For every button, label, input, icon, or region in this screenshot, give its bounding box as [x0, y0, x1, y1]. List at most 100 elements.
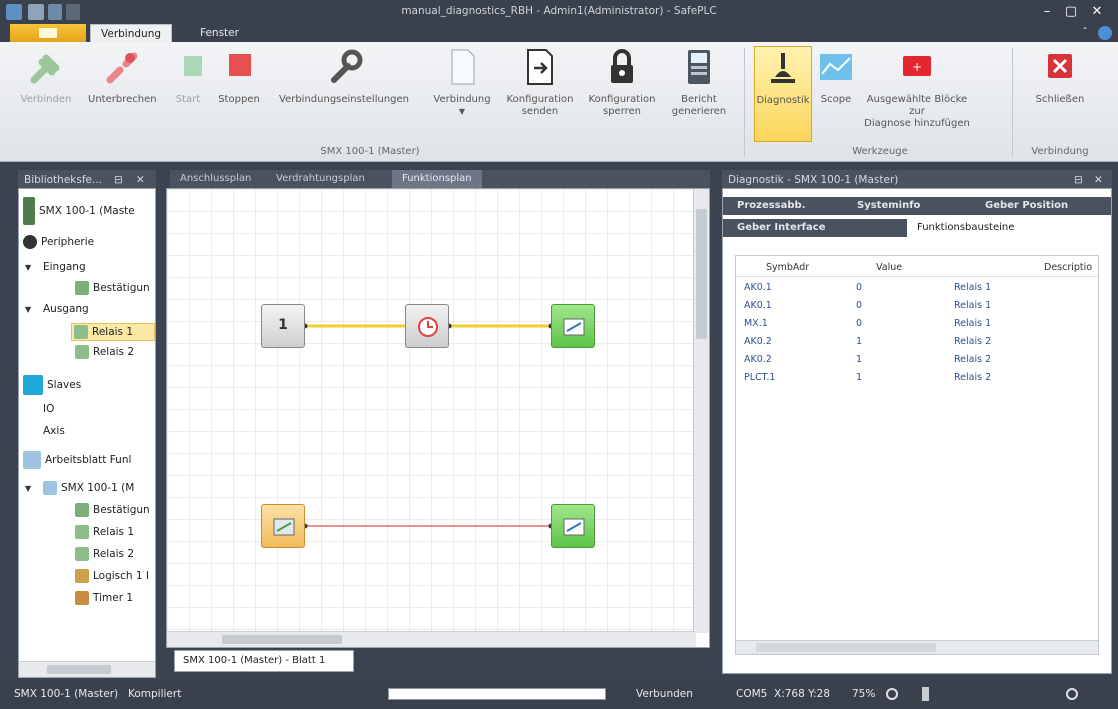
scope-button[interactable]: Scope — [816, 46, 856, 142]
relay-output-block-1[interactable] — [551, 304, 595, 348]
zoom-reset-icon[interactable] — [886, 688, 898, 700]
pin-icon[interactable]: ⊟ — [114, 170, 123, 190]
table-row[interactable]: AK0.2 1 Relais 2 — [736, 352, 1098, 370]
help-icon[interactable] — [1098, 26, 1112, 40]
input-block-icon — [75, 503, 89, 517]
column-header-description[interactable]: Descriptio — [1044, 262, 1092, 273]
tree-item-device[interactable]: SMX 100-1 (Maste — [23, 197, 155, 225]
relay-icon — [74, 325, 88, 339]
maximize-icon[interactable]: ▢ — [1060, 3, 1082, 21]
schliessen-button[interactable]: Schließen — [1020, 46, 1100, 142]
tab-funktionsplan[interactable]: Funktionsplan — [392, 170, 482, 188]
cell-symbadr: PLCT.1 — [744, 372, 776, 383]
konfiguration-senden-button[interactable]: Konfiguration senden — [504, 46, 576, 142]
canvas-hscroll[interactable] — [167, 631, 695, 647]
table-row[interactable]: MX.1 0 Relais 1 — [736, 316, 1098, 334]
chevron-down-icon[interactable]: ▼ — [25, 484, 33, 493]
tree-item-io[interactable]: IO — [43, 403, 155, 415]
relay-output-block-2[interactable] — [551, 504, 595, 548]
tab-geber-interface[interactable]: Geber Interface — [737, 219, 826, 237]
column-header-value[interactable]: Value — [876, 262, 902, 273]
panel-close-icon[interactable]: ✕ — [1094, 170, 1103, 190]
table-row[interactable]: PLCT.1 1 Relais 2 — [736, 370, 1098, 388]
tree-item-relais-2b[interactable]: Relais 2 — [75, 547, 155, 561]
konfiguration-sperren-button[interactable]: Konfiguration sperren — [586, 46, 658, 142]
chevron-down-icon[interactable]: ▼ — [25, 263, 33, 272]
input-block[interactable] — [261, 504, 305, 548]
diagnostik-button[interactable]: Diagnostik — [754, 46, 812, 142]
relay-icon — [75, 525, 89, 539]
wires — [302, 323, 554, 529]
tree-label: Relais 1 — [92, 326, 134, 338]
unterbrechen-button[interactable]: Unterbrechen — [88, 46, 157, 142]
tree-item-bestaetigung[interactable]: Bestätigun — [75, 281, 155, 295]
schliessen-label: Schließen — [1035, 94, 1085, 105]
tree-item-eingang[interactable]: ▼ Eingang — [25, 261, 155, 273]
stoppen-label: Stoppen — [218, 94, 260, 105]
relay-icon — [563, 318, 585, 336]
stoppen-button[interactable]: Stoppen — [214, 46, 264, 142]
tab-systeminfo[interactable]: Systeminfo — [857, 197, 920, 215]
ribbon: Verbinden Unterbrechen Start Stoppen Ver… — [0, 42, 1118, 162]
sheet-tab[interactable]: SMX 100-1 (Master) - Blatt 1 — [174, 650, 354, 672]
tree-item-relais-2[interactable]: Relais 2 — [75, 345, 155, 359]
scroll-thumb[interactable] — [47, 665, 111, 674]
timer-block[interactable] — [405, 304, 449, 348]
tab-prozessabb[interactable]: Prozessabb. — [737, 197, 806, 215]
verbindungseinstellungen-button[interactable]: Verbindungseinstellungen — [270, 46, 418, 142]
scroll-thumb[interactable] — [222, 635, 342, 644]
relay-icon — [75, 345, 89, 359]
tree-item-timer[interactable]: Timer 1 — [75, 591, 155, 605]
tree-label: Slaves — [47, 379, 82, 391]
chevron-down-icon[interactable]: ▼ — [25, 305, 33, 314]
table-row[interactable]: AK0.1 0 Relais 1 — [736, 280, 1098, 298]
verbinden-button[interactable]: Verbinden — [18, 46, 74, 142]
cell-value: 0 — [856, 282, 863, 293]
grid-hscroll[interactable] — [736, 640, 1098, 654]
panel-close-icon[interactable]: ✕ — [136, 170, 145, 190]
tab-fenster[interactable]: Fenster — [190, 24, 249, 42]
diagnostics-panel-title-text: Diagnostik - SMX 100-1 (Master) — [728, 174, 899, 186]
minimize-icon[interactable]: – — [1036, 3, 1058, 21]
settings-icon[interactable] — [1066, 688, 1078, 700]
logic-block[interactable]: 1 — [261, 304, 305, 348]
verbindung-button[interactable]: Verbindung ▼ — [430, 46, 494, 142]
function-plan-canvas[interactable]: 1 — [166, 188, 710, 648]
tree-item-axis[interactable]: Axis — [43, 425, 155, 437]
start-button[interactable]: Start — [172, 46, 204, 142]
konfig-sperren-label-2: sperren — [602, 106, 642, 117]
file-menu-button[interactable] — [10, 24, 86, 42]
pin-icon[interactable]: ⊟ — [1074, 170, 1083, 190]
tree-item-logisch[interactable]: Logisch 1 I — [75, 569, 155, 583]
table-row[interactable]: AK0.2 1 Relais 2 — [736, 334, 1098, 352]
input-block-icon — [75, 281, 89, 295]
canvas-vscroll[interactable] — [693, 189, 709, 633]
tab-verdrahtungsplan[interactable]: Verdrahtungsplan — [266, 170, 375, 188]
close-icon[interactable]: ✕ — [1086, 3, 1108, 21]
column-header-symbadr[interactable]: SymbAdr — [766, 262, 809, 273]
diagnostics-panel: Prozessabb. Systeminfo Geber Position Ge… — [722, 188, 1112, 674]
left-panel-hscroll[interactable] — [19, 661, 155, 677]
tree-label: Relais 1 — [93, 526, 135, 538]
tree-item-arbeitsblatt[interactable]: Arbeitsblatt Funl — [23, 451, 155, 469]
scroll-thumb[interactable] — [696, 209, 707, 339]
tree-item-relais-1b[interactable]: Relais 1 — [75, 525, 155, 539]
tab-funktionsbausteine[interactable]: Funktionsbausteine — [907, 219, 1111, 237]
wrench-icon — [324, 48, 364, 88]
tab-verbindung[interactable]: Verbindung — [90, 24, 173, 42]
tree-item-bestaetigung-2[interactable]: Bestätigun — [75, 503, 155, 517]
tree-item-smx-sheet[interactable]: ▼ SMX 100-1 (M — [25, 481, 155, 495]
scroll-thumb[interactable] — [756, 643, 936, 652]
tab-geber-position[interactable]: Geber Position — [985, 197, 1068, 215]
tree-item-ausgang[interactable]: ▼ Ausgang — [25, 303, 155, 315]
ribbon-collapse-icon[interactable]: ˆ — [1074, 24, 1096, 42]
tree-item-relais-1[interactable]: Relais 1 — [71, 323, 155, 341]
group-separator — [744, 48, 745, 156]
tab-anschlussplan[interactable]: Anschlussplan — [170, 170, 261, 188]
tree-item-peripherie[interactable]: Peripherie — [23, 235, 155, 249]
add-diagnosis-blocks-button[interactable]: + Ausgewählte Blöcke zur Diagnose hinzuf… — [858, 46, 976, 142]
table-row[interactable]: AK0.1 0 Relais 1 — [736, 298, 1098, 316]
bericht-generieren-button[interactable]: Bericht generieren — [670, 46, 728, 142]
cell-description: Relais 2 — [954, 354, 992, 365]
tree-item-slaves[interactable]: Slaves — [23, 375, 155, 395]
